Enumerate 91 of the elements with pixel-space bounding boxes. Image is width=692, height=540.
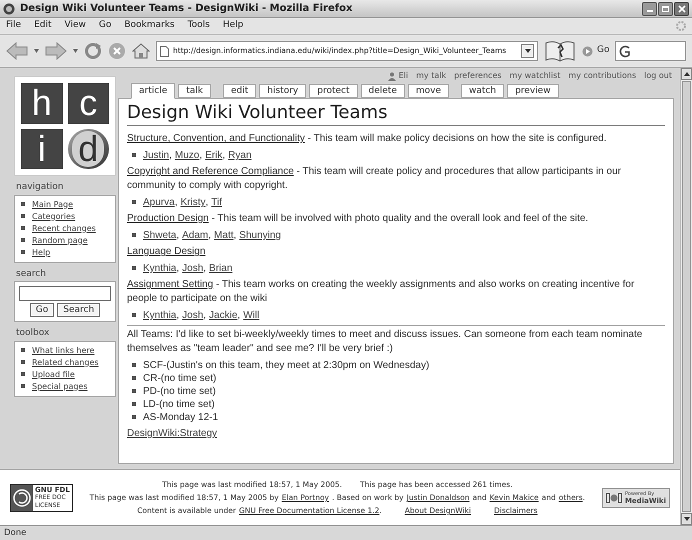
schedule-item: AS-Monday 12-1 (143, 411, 218, 424)
nav-link[interactable]: Help (32, 246, 50, 258)
nav-link[interactable]: Categories (32, 210, 76, 222)
personal-link[interactable]: preferences (454, 70, 502, 82)
team-link[interactable]: Language Design (127, 246, 206, 257)
portlet-heading: toolbox (15, 327, 50, 340)
schedule-item: SCF-(Justin's on this team, they meet at 2:30pm on Wednesday) (143, 359, 430, 372)
tool-link[interactable]: Upload file (32, 368, 75, 380)
page-tab[interactable]: protect (309, 84, 358, 98)
page-heading: Design Wiki Volunteer Teams (127, 102, 665, 126)
personal-link[interactable]: my contributions (568, 70, 636, 82)
member-link[interactable]: Erik (205, 149, 222, 163)
personal-link[interactable]: my watchlist (510, 70, 560, 82)
user-link[interactable]: Eli (398, 70, 408, 82)
personal-link[interactable]: my talk (416, 70, 446, 82)
member-link[interactable]: Shunying (239, 229, 281, 243)
logo-letter: i (38, 130, 46, 167)
tool-link[interactable]: Related changes (32, 356, 99, 368)
go-label[interactable]: Go (597, 44, 610, 58)
member-link[interactable]: Apurva (143, 196, 175, 210)
page-tab[interactable]: watch (461, 84, 504, 98)
member-link[interactable]: Adam (182, 229, 208, 243)
comma: , (208, 229, 212, 243)
portlet-heading: navigation (15, 181, 65, 194)
logo-letter: d (72, 130, 104, 167)
member-link[interactable]: Ryan (228, 149, 252, 163)
search-button[interactable]: Search (57, 303, 100, 317)
schedule-item: PD-(no time set) (143, 385, 216, 398)
page-tab[interactable]: article (131, 83, 176, 99)
category-link[interactable]: DesignWiki:Strategy (127, 427, 218, 441)
portlet-heading: search (15, 268, 47, 280)
page-tab[interactable]: move (408, 84, 450, 98)
menu-item[interactable]: Go (98, 19, 112, 33)
menu-item[interactable]: View (64, 19, 86, 33)
comma: , (199, 149, 202, 163)
member-link[interactable]: Kynthia (143, 309, 176, 323)
comma: , (234, 229, 236, 243)
comma: , (222, 149, 226, 163)
personal-link[interactable]: log out (644, 70, 672, 82)
schedule-item: LD-(no time set) (143, 398, 215, 411)
menu-item[interactable]: File (6, 19, 22, 33)
team-link[interactable]: Structure, Convention, and Functionality (127, 133, 305, 144)
member-link[interactable]: Matt (214, 229, 234, 243)
team-link[interactable]: Assignment Setting (127, 279, 214, 290)
tool-link[interactable]: What links here (32, 344, 94, 356)
member-link[interactable]: Josh (182, 309, 204, 323)
nav-link[interactable]: Random page (32, 234, 88, 246)
comma: , (169, 149, 172, 163)
member-link[interactable]: Tif (211, 196, 222, 210)
nav-link[interactable]: Recent changes (32, 222, 96, 234)
status-text: Done (4, 526, 26, 540)
schedule-item: CR-(no time set) (143, 372, 216, 385)
window-title: Design Wiki Volunteer Teams - DesignWiki - Mozilla Firefox (20, 2, 352, 16)
page-tab[interactable]: edit (223, 84, 256, 98)
member-link[interactable]: Kynthia (143, 262, 176, 276)
team-link[interactable]: Production Design (127, 213, 209, 224)
member-link[interactable]: Brian (209, 262, 232, 276)
comma: , (203, 262, 206, 276)
member-link[interactable]: Justin (143, 149, 170, 163)
comma: , (176, 262, 180, 276)
page-tab[interactable]: history (259, 84, 306, 98)
section-text: Assignment Setting - This team works on creating the weekly assignments and also works on creating incentive for people to participate on the wiki (127, 278, 636, 306)
menu-item[interactable]: Tools (188, 19, 210, 33)
comma: , (174, 196, 178, 210)
member-link[interactable]: Muzo (174, 149, 200, 163)
page-tab[interactable]: talk (178, 84, 211, 98)
member-link[interactable]: Will (243, 309, 260, 323)
comma: , (237, 309, 240, 323)
team-link[interactable]: Copyright and Reference Compliance (127, 166, 294, 177)
comma: , (176, 309, 180, 323)
member-link[interactable]: Josh (182, 262, 204, 276)
tool-link[interactable]: Special pages (32, 380, 88, 392)
page-tab[interactable]: preview (507, 84, 559, 98)
menu-item[interactable]: Bookmarks (124, 19, 175, 33)
page-tab[interactable]: delete (360, 84, 405, 98)
section-text: Copyright and Reference Compliance - This team will create policy and procedures that allow participants in our community to comply with copyright. (127, 165, 622, 193)
menu-item[interactable]: Edit (34, 19, 52, 33)
member-link[interactable]: Jackie (209, 309, 238, 323)
member-link[interactable]: Kristy (180, 196, 206, 210)
menu-item[interactable]: Help (222, 19, 244, 33)
go-button[interactable]: Go (30, 303, 54, 317)
comma: , (203, 309, 206, 323)
comma: , (176, 229, 180, 243)
logo-letter: c (79, 85, 98, 122)
comma: , (205, 196, 208, 210)
notice-text: All Teams: I'd like to set bi-weekly/weekly times to meet and discuss issues. Can someone from each team nominate themselves as "team leader" and see me? I'll be very brief :) (127, 328, 644, 356)
member-link[interactable]: Shweta (143, 229, 176, 243)
nav-link[interactable]: Main Page (32, 198, 74, 210)
logo-letter: h (32, 85, 52, 122)
section-text: Production Design - This team will be involved with photo quality and the overall look and feel of the site. (127, 212, 590, 226)
section-text: Structure, Convention, and Functionality - This team will make policy decisions on how the site is configured. (127, 132, 608, 146)
